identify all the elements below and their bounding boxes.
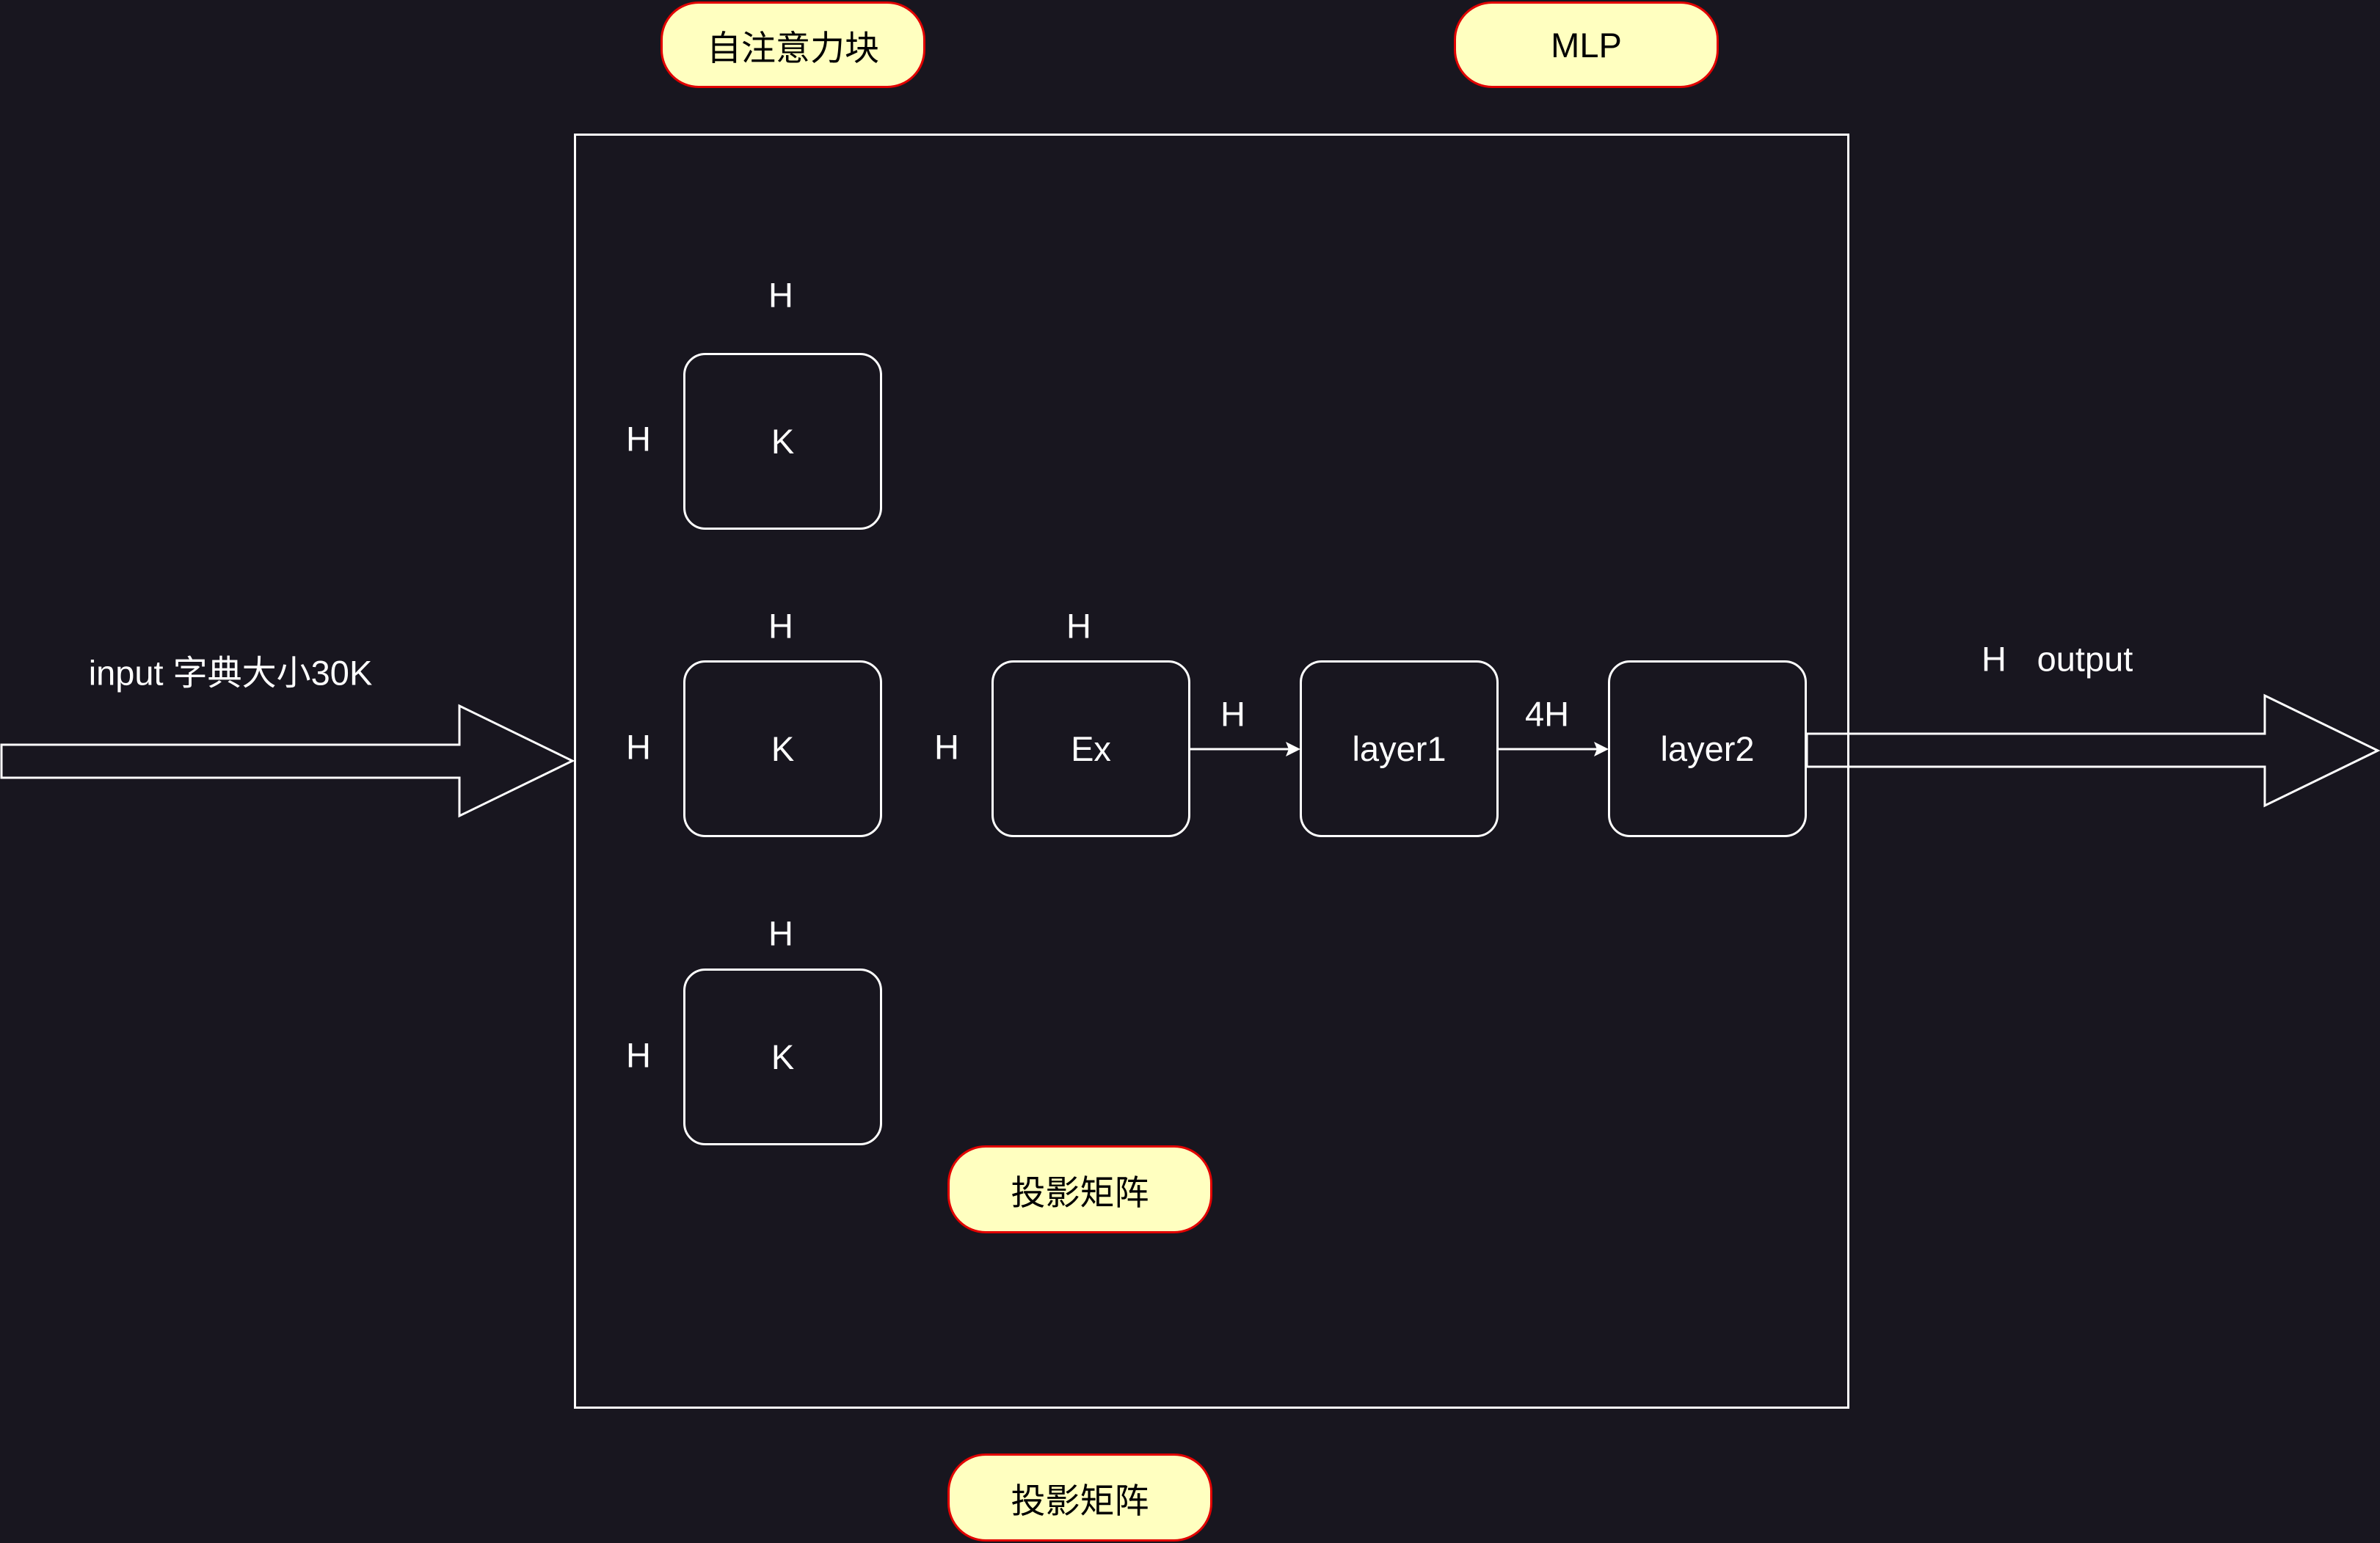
mlp-label: MLP xyxy=(1454,1,1719,88)
layer2-node: layer2 xyxy=(1608,660,1807,837)
input-arrow xyxy=(0,704,575,818)
input-label: input 字典大小30K xyxy=(88,653,373,693)
ex-node: Ex xyxy=(991,660,1190,837)
output-arrow xyxy=(1805,693,2380,808)
dim-label-layer1-to-layer2: 4H xyxy=(1524,694,1570,734)
k-matrix-mid: K xyxy=(683,660,882,837)
dim-label-ex-above: H xyxy=(1066,606,1091,646)
k-matrix-bottom: K xyxy=(683,969,882,1145)
dim-label-k-bot-left: H xyxy=(626,1035,651,1075)
dim-label-k-top-above: H xyxy=(768,275,793,315)
output-dim-label: H xyxy=(1981,639,2006,679)
dim-label-k-top-left: H xyxy=(626,419,651,459)
output-label: output xyxy=(2037,639,2133,679)
projection-matrix-outer-label: 投影矩阵 xyxy=(947,1453,1212,1542)
dim-label-ex-left: H xyxy=(934,727,959,767)
dim-label-k-mid-above: H xyxy=(768,606,793,646)
projection-matrix-inner-label: 投影矩阵 xyxy=(947,1145,1212,1233)
dim-label-k-bot-above: H xyxy=(768,913,793,953)
dim-label-k-mid-left: H xyxy=(626,727,651,767)
layer1-node: layer1 xyxy=(1300,660,1499,837)
dim-label-ex-to-layer1: H xyxy=(1220,694,1245,734)
k-matrix-top: K xyxy=(683,353,882,530)
self-attention-block-label: 自注意力块 xyxy=(660,1,925,88)
